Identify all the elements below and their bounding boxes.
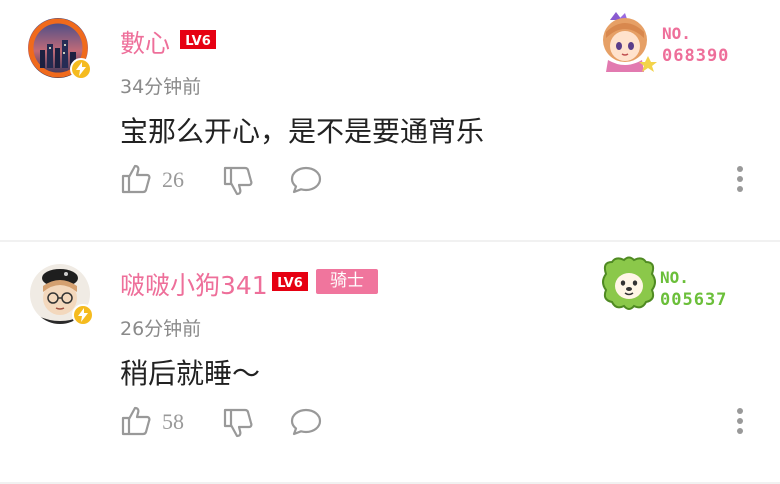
timestamp: 34分钟前: [120, 76, 202, 98]
comment-item: 數心 LV6 34分钟前 宝那么开心，是不是要通宵乐 26 NO. 068390: [0, 0, 780, 240]
like-count: 58: [162, 409, 184, 434]
fan-no-label: NO.: [662, 24, 691, 43]
more-icon[interactable]: [735, 166, 745, 196]
username[interactable]: 數心: [120, 24, 170, 60]
username[interactable]: 啵啵小狗341: [120, 266, 268, 302]
fan-card-character-icon: [603, 12, 657, 72]
avatar[interactable]: [28, 18, 92, 80]
reply-icon[interactable]: [290, 165, 322, 195]
level-badge: LV6: [180, 30, 216, 49]
more-icon[interactable]: [735, 408, 745, 438]
level-text: LV6: [185, 34, 211, 49]
reply-icon[interactable]: [290, 407, 322, 437]
comment-item: 啵啵小狗341 LV6 骑士 26分钟前 稍后就睡～ 58 NO. 005637: [0, 242, 780, 482]
dislike-icon[interactable]: [222, 165, 254, 197]
level-badge: LV6: [272, 272, 308, 291]
fan-number: 068390: [662, 46, 730, 66]
like-icon[interactable]: [120, 163, 152, 195]
comment-text: 宝那么开心，是不是要通宵乐: [120, 115, 485, 148]
comment-text: 稍后就睡～: [120, 357, 261, 390]
timestamp: 26分钟前: [120, 318, 202, 340]
fan-number: 005637: [660, 290, 728, 310]
fan-card[interactable]: NO. 005637: [600, 256, 750, 312]
avatar[interactable]: [30, 264, 94, 326]
medal-badge[interactable]: 骑士: [316, 269, 378, 294]
fan-card[interactable]: NO. 068390: [598, 10, 748, 72]
bolt-icon: [72, 304, 94, 326]
level-text: LV6: [277, 276, 303, 291]
like-icon[interactable]: [120, 405, 152, 437]
fan-no-label: NO.: [660, 268, 689, 287]
dislike-icon[interactable]: [222, 407, 254, 439]
fan-card-dog-icon: [602, 256, 656, 310]
bolt-icon: [70, 58, 92, 80]
like-count: 26: [162, 167, 184, 192]
